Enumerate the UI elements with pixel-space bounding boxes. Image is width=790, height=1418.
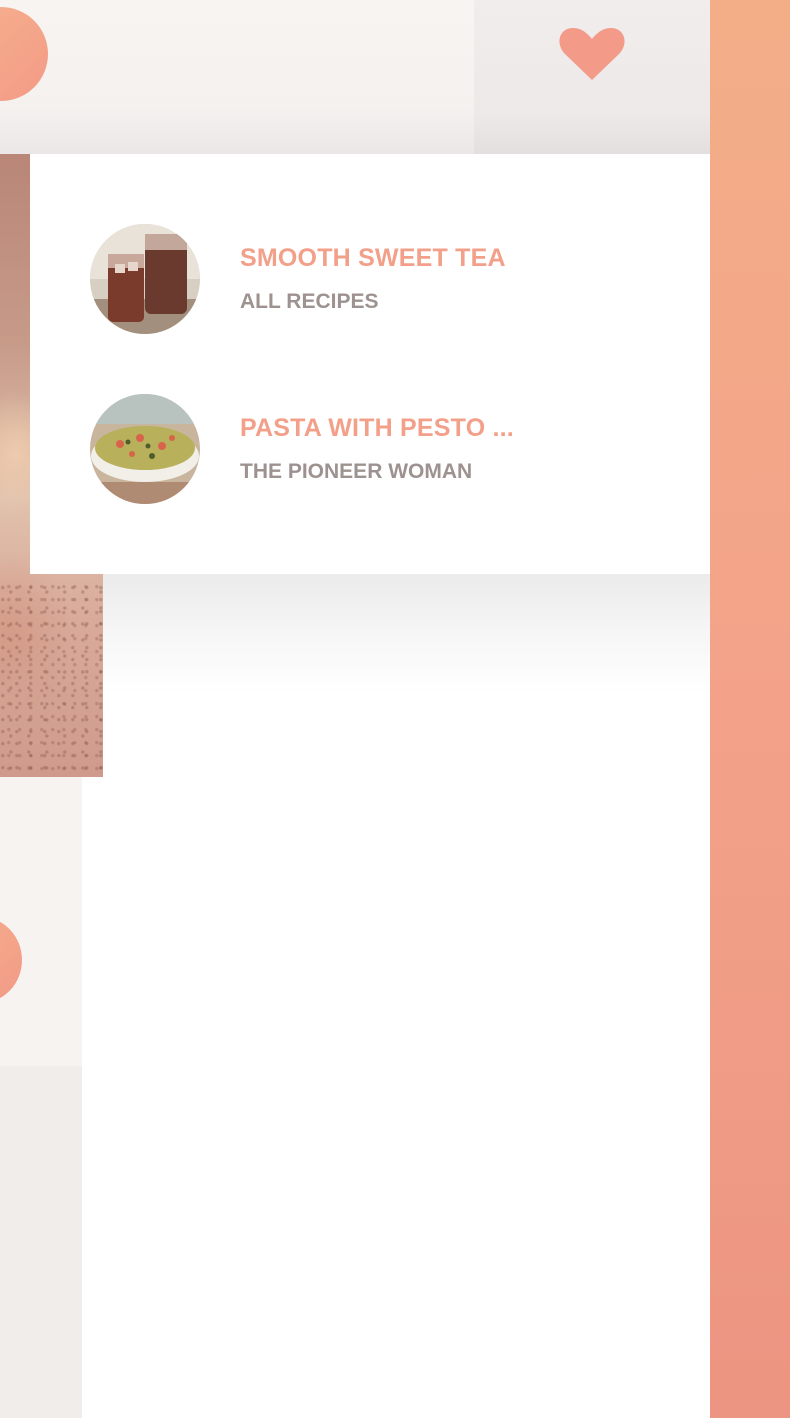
background-card [0, 777, 82, 1066]
background-header [0, 0, 474, 154]
favorite-item[interactable]: SMOOTH SWEET TEA ALL RECIPES [90, 224, 650, 334]
iced-tea-thumbnail [90, 224, 200, 334]
recipe-title[interactable]: SMOOTH SWEET TEA [240, 244, 506, 273]
favorites-popup: SMOOTH SWEET TEA ALL RECIPES PASTA WITH … [30, 154, 710, 574]
photo-texture [0, 584, 103, 777]
favorite-item[interactable]: PASTA WITH PESTO ... THE PIONEER WOMAN [90, 394, 650, 504]
side-rail [710, 0, 790, 1418]
recipe-source: THE PIONEER WOMAN [240, 460, 473, 483]
popup-shadow [103, 574, 710, 694]
heart-icon[interactable] [557, 24, 627, 84]
background-strip [0, 1066, 82, 1418]
iced-tea-photo [90, 224, 200, 334]
recipe-source: ALL RECIPES [240, 290, 379, 313]
pesto-pasta-thumbnail [90, 394, 200, 504]
pesto-pasta-photo [90, 394, 200, 504]
recipe-title[interactable]: PASTA WITH PESTO ... [240, 414, 514, 443]
